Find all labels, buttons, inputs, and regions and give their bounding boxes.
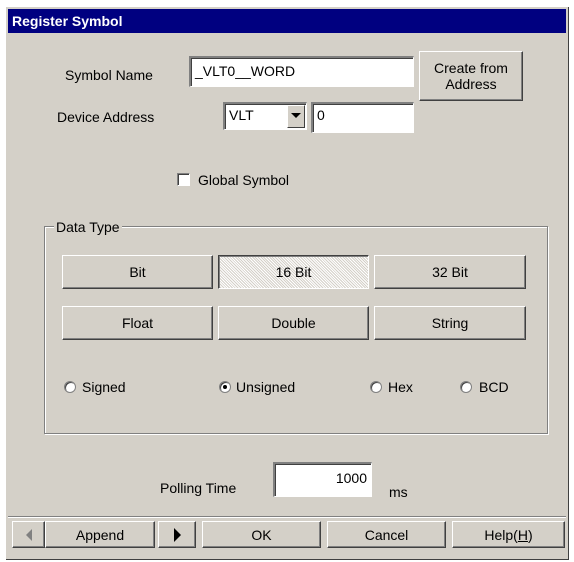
previous-button[interactable] bbox=[12, 521, 45, 548]
radio-selected-dot bbox=[223, 385, 227, 389]
data-type-32bit-button[interactable]: 32 Bit bbox=[374, 255, 526, 289]
register-symbol-dialog: Register Symbol Symbol Name _VLT0__WORD … bbox=[5, 6, 569, 560]
append-button[interactable]: Append bbox=[45, 521, 155, 548]
unsigned-radio[interactable] bbox=[219, 381, 231, 393]
signed-radio[interactable] bbox=[64, 381, 76, 393]
hex-radio[interactable] bbox=[370, 381, 382, 393]
data-type-16bit-button[interactable]: 16 Bit bbox=[218, 255, 369, 289]
symbol-name-input[interactable]: _VLT0__WORD bbox=[189, 56, 414, 87]
unsigned-label[interactable]: Unsigned bbox=[236, 379, 295, 395]
dialog-title: Register Symbol bbox=[12, 13, 123, 29]
device-dropdown-button[interactable] bbox=[287, 105, 305, 128]
bcd-radio[interactable] bbox=[460, 381, 472, 393]
device-select-value: VLT bbox=[229, 107, 254, 123]
left-arrow-icon bbox=[25, 528, 32, 541]
chevron-down-icon bbox=[291, 113, 301, 118]
next-button[interactable] bbox=[158, 521, 196, 548]
data-type-double-button[interactable]: Double bbox=[218, 306, 369, 340]
bcd-label[interactable]: BCD bbox=[479, 379, 509, 395]
help-label-close: ) bbox=[527, 526, 533, 543]
help-label: Help( bbox=[484, 526, 518, 543]
data-type-bit-button[interactable]: Bit bbox=[62, 255, 213, 289]
cancel-button[interactable]: Cancel bbox=[327, 521, 446, 548]
create-from-address-button[interactable]: Create from Address bbox=[419, 51, 523, 101]
device-address-label: Device Address bbox=[57, 109, 155, 125]
global-symbol-label[interactable]: Global Symbol bbox=[198, 172, 289, 188]
help-button[interactable]: Help(H) bbox=[452, 521, 565, 548]
data-type-string-button[interactable]: String bbox=[374, 306, 526, 340]
polling-time-label: Polling Time bbox=[160, 480, 237, 496]
signed-label[interactable]: Signed bbox=[82, 379, 126, 395]
ok-button[interactable]: OK bbox=[202, 521, 321, 548]
create-from-address-label-1: Create from bbox=[434, 60, 508, 76]
right-arrow-icon bbox=[173, 527, 181, 542]
dialog-title-bar: Register Symbol bbox=[8, 9, 566, 33]
create-from-address-label-2: Address bbox=[445, 76, 497, 92]
symbol-name-label: Symbol Name bbox=[65, 67, 153, 83]
global-symbol-checkbox[interactable] bbox=[177, 173, 190, 186]
polling-time-input[interactable]: 1000 bbox=[273, 462, 372, 497]
data-type-float-button[interactable]: Float bbox=[62, 306, 213, 340]
device-select[interactable]: VLT bbox=[223, 102, 307, 130]
polling-time-unit: ms bbox=[389, 484, 408, 500]
address-input[interactable]: 0 bbox=[311, 102, 414, 133]
data-type-legend: Data Type bbox=[54, 219, 122, 235]
hex-label[interactable]: Hex bbox=[388, 379, 413, 395]
help-accelerator: H bbox=[517, 526, 528, 543]
